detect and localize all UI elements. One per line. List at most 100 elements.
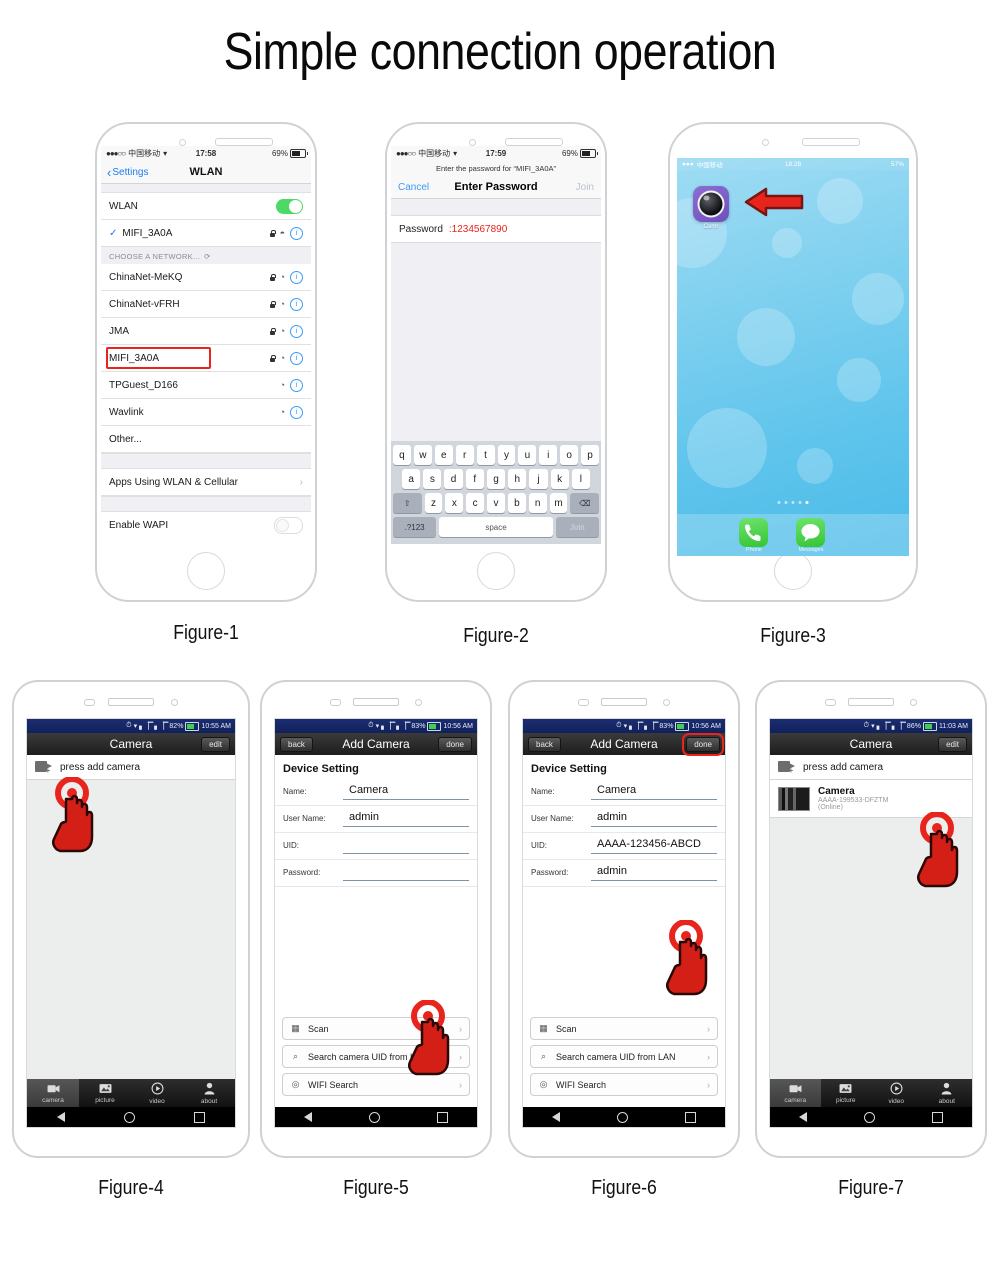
form-field-row[interactable]: Password: admin <box>523 860 725 887</box>
field-value[interactable] <box>343 864 469 881</box>
action-row[interactable]: ◎ WIFI Search › <box>282 1073 470 1096</box>
nav-back-icon[interactable] <box>303 1112 312 1122</box>
device-setting-form[interactable]: Name: Camera User Name: admin UID: Password: <box>275 779 477 887</box>
info-button[interactable]: i <box>290 378 303 392</box>
tab-about[interactable]: about <box>183 1079 235 1107</box>
field-value[interactable]: admin <box>591 864 717 881</box>
action-row[interactable]: ◎ WIFI Search › <box>530 1073 718 1096</box>
key-d[interactable]: d <box>444 469 463 489</box>
network-row[interactable]: MIFI_3A0A ◔ i <box>101 345 311 372</box>
done-button[interactable]: done <box>438 736 472 752</box>
form-field-row[interactable]: Password: <box>275 860 477 887</box>
key-w[interactable]: w <box>413 445 432 465</box>
nav-home-icon[interactable] <box>616 1111 628 1123</box>
form-field-row[interactable]: UID: <box>275 833 477 860</box>
password-field-row[interactable]: Password :1234567890 <box>391 216 601 243</box>
camera-app-icon[interactable] <box>693 186 729 222</box>
info-button[interactable]: i <box>290 405 303 419</box>
key-y[interactable]: y <box>497 445 516 465</box>
edit-button[interactable]: edit <box>201 736 230 752</box>
nav-back-icon[interactable] <box>56 1112 65 1122</box>
wlan-toggle-row[interactable]: WLAN <box>101 193 311 220</box>
key-k[interactable]: k <box>550 469 569 489</box>
form-field-row[interactable]: User Name: admin <box>523 806 725 833</box>
info-button[interactable]: i <box>290 351 303 365</box>
edit-button[interactable]: edit <box>938 736 967 752</box>
key-u[interactable]: u <box>518 445 537 465</box>
form-field-row[interactable]: Name: Camera <box>275 779 477 806</box>
network-row[interactable]: ChinaNet-vFRH ◔ i <box>101 291 311 318</box>
key-f[interactable]: f <box>465 469 484 489</box>
nav-recents-icon[interactable] <box>685 1111 697 1123</box>
keyboard-row-4[interactable]: .?123 space Join <box>393 517 600 537</box>
shift-key[interactable]: ⇧ <box>393 493 422 513</box>
network-row[interactable]: ChinaNet-MeKQ ◔ i <box>101 264 311 291</box>
tab-camera[interactable]: camera <box>770 1079 821 1107</box>
tab-about[interactable]: about <box>922 1079 973 1107</box>
key-m[interactable]: m <box>549 493 568 513</box>
tab-video[interactable]: video <box>871 1079 922 1107</box>
android-nav-bar[interactable] <box>27 1107 235 1127</box>
add-camera-row[interactable]: + press add camera <box>27 755 235 780</box>
nav-recents-icon[interactable] <box>932 1111 944 1123</box>
done-button[interactable]: done <box>682 732 724 756</box>
form-field-row[interactable]: Name: Camera <box>523 779 725 806</box>
field-value[interactable]: admin <box>343 810 469 827</box>
network-row[interactable]: JMA ◔ i <box>101 318 311 345</box>
wlan-toggle-switch[interactable] <box>276 198 303 214</box>
keyboard-row-2[interactable]: asdfghjkl <box>393 469 599 489</box>
space-key[interactable]: space <box>439 517 553 537</box>
bottom-tab-bar[interactable]: camera picture video about <box>27 1079 235 1107</box>
nav-recents-icon[interactable] <box>194 1111 206 1123</box>
info-button[interactable]: i <box>290 324 303 338</box>
join-button[interactable]: Join <box>576 182 594 193</box>
nav-home-icon[interactable] <box>123 1111 135 1123</box>
home-button[interactable] <box>477 552 515 590</box>
key-a[interactable]: a <box>402 469 421 489</box>
action-row[interactable]: ⌕ Search camera UID from LAN › <box>530 1045 718 1068</box>
field-value[interactable] <box>343 837 469 854</box>
device-setting-form[interactable]: Name: Camera User Name: admin UID: AAAA-12345… <box>523 779 725 887</box>
action-row[interactable]: ⌕ Search camera UID from LAN › <box>282 1045 470 1068</box>
back-to-settings-button[interactable]: ‹ Settings <box>107 165 148 180</box>
key-s[interactable]: s <box>423 469 442 489</box>
tab-picture[interactable]: picture <box>79 1079 131 1107</box>
action-row[interactable]: ▦ Scan › <box>282 1017 470 1040</box>
android-nav-bar[interactable] <box>275 1107 477 1127</box>
key-i[interactable]: i <box>539 445 558 465</box>
keyboard-row-3[interactable]: ⇧ z x c v b n m ⌫ <box>393 493 599 513</box>
network-row[interactable]: Wavlink ◔ i <box>101 399 311 426</box>
tab-camera[interactable]: camera <box>27 1079 79 1107</box>
key-x[interactable]: x <box>445 493 464 513</box>
info-button[interactable]: i <box>290 226 303 240</box>
key-n[interactable]: n <box>528 493 547 513</box>
field-value[interactable]: Camera <box>591 783 717 800</box>
phone-app-icon[interactable] <box>739 518 768 547</box>
key-p[interactable]: p <box>581 445 600 465</box>
action-row[interactable]: ▦ Scan › <box>530 1017 718 1040</box>
network-row[interactable]: TPGuest_D166 ◔ i <box>101 372 311 399</box>
key-g[interactable]: g <box>486 469 506 489</box>
wapi-toggle-switch[interactable] <box>274 516 303 534</box>
key-r[interactable]: r <box>455 445 474 465</box>
key-c[interactable]: c <box>466 493 485 513</box>
back-button[interactable]: back <box>280 736 313 752</box>
nav-recents-icon[interactable] <box>437 1111 449 1123</box>
form-field-row[interactable]: UID: AAAA-123456-ABCD <box>523 833 725 860</box>
info-button[interactable]: i <box>290 297 303 311</box>
home-button[interactable] <box>774 552 812 590</box>
form-field-row[interactable]: User Name: admin <box>275 806 477 833</box>
nav-back-icon[interactable] <box>551 1112 560 1122</box>
onscreen-keyboard[interactable]: qwertyuiop asdfghjkl ⇧ z x c v b n m ⌫ .?123 spa… <box>391 441 601 544</box>
nav-home-icon[interactable] <box>863 1111 875 1123</box>
key-e[interactable]: e <box>434 445 453 465</box>
key-z[interactable]: z <box>424 493 443 513</box>
android-nav-bar[interactable] <box>523 1107 725 1127</box>
apps-using-wlan-row[interactable]: Apps Using WLAN & Cellular › <box>101 469 311 496</box>
add-camera-row[interactable]: + press add camera <box>770 755 972 780</box>
action-list[interactable]: ▦ Scan › ⌕ Search camera UID from LAN › ◎ WIFI … <box>523 1012 725 1107</box>
android-nav-bar[interactable] <box>770 1107 972 1127</box>
connected-network-row[interactable]: ✓ MIFI_3A0A ◓ i <box>101 220 311 247</box>
back-button[interactable]: back <box>528 736 561 752</box>
tab-picture[interactable]: picture <box>821 1079 872 1107</box>
